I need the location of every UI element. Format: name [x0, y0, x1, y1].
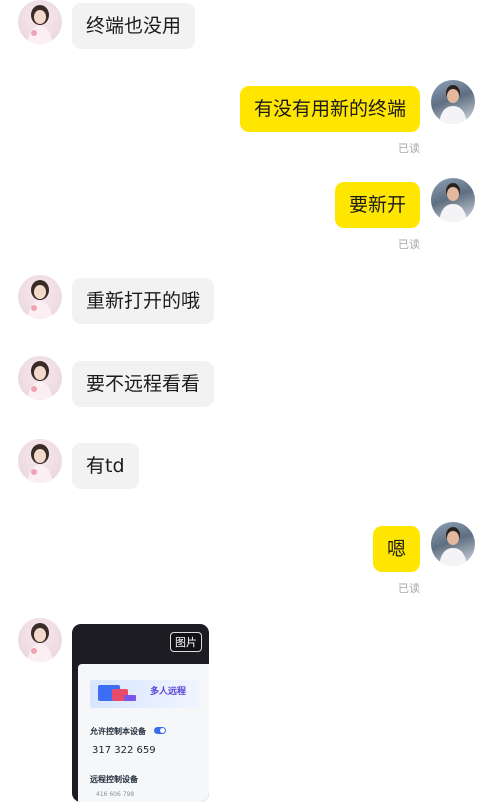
person-icon — [439, 527, 467, 566]
person-icon — [27, 5, 53, 44]
section-title: 远程控制设备 — [90, 775, 138, 784]
self-avatar[interactable] — [431, 522, 475, 566]
message-bubble[interactable]: 嗯 — [372, 526, 420, 572]
image-message[interactable]: 图片 多人远程 允许控制本设备 317 322 659 远程控制设备 416 6… — [72, 624, 209, 802]
message-bubble[interactable]: 重新打开的哦 — [72, 278, 215, 324]
device-id: 317 322 659 — [92, 745, 156, 756]
contact-avatar[interactable] — [18, 275, 62, 319]
screen-photo: 多人远程 允许控制本设备 317 322 659 远程控制设备 416 606 … — [78, 664, 209, 802]
message-bubble[interactable]: 有td — [72, 443, 139, 489]
person-icon — [439, 85, 467, 124]
section-title: 允许控制本设备 — [90, 727, 146, 736]
person-icon — [27, 361, 53, 400]
self-avatar[interactable] — [431, 80, 475, 124]
contact-avatar[interactable] — [18, 439, 62, 483]
banner-image: 多人远程 — [90, 680, 200, 708]
read-status: 已读 — [398, 142, 420, 155]
person-icon — [439, 183, 467, 222]
self-avatar[interactable] — [431, 178, 475, 222]
toggle-icon — [154, 727, 166, 734]
person-icon — [27, 280, 53, 319]
read-status: 已读 — [398, 582, 420, 595]
banner-title: 多人远程 — [150, 687, 187, 697]
illustration-icon — [98, 685, 136, 701]
message-bubble[interactable]: 要新开 — [334, 182, 420, 228]
message-bubble[interactable]: 有没有用新的终端 — [239, 86, 420, 132]
message-bubble[interactable]: 终端也没用 — [72, 3, 196, 49]
contact-avatar[interactable] — [18, 0, 62, 44]
person-icon — [27, 444, 53, 483]
contact-avatar[interactable] — [18, 356, 62, 400]
person-icon — [27, 623, 53, 662]
image-badge: 图片 — [170, 632, 202, 652]
contact-avatar[interactable] — [18, 618, 62, 662]
partial-id: 416 606 798 — [96, 791, 135, 798]
message-bubble[interactable]: 要不远程看看 — [72, 361, 215, 407]
read-status: 已读 — [398, 238, 420, 251]
